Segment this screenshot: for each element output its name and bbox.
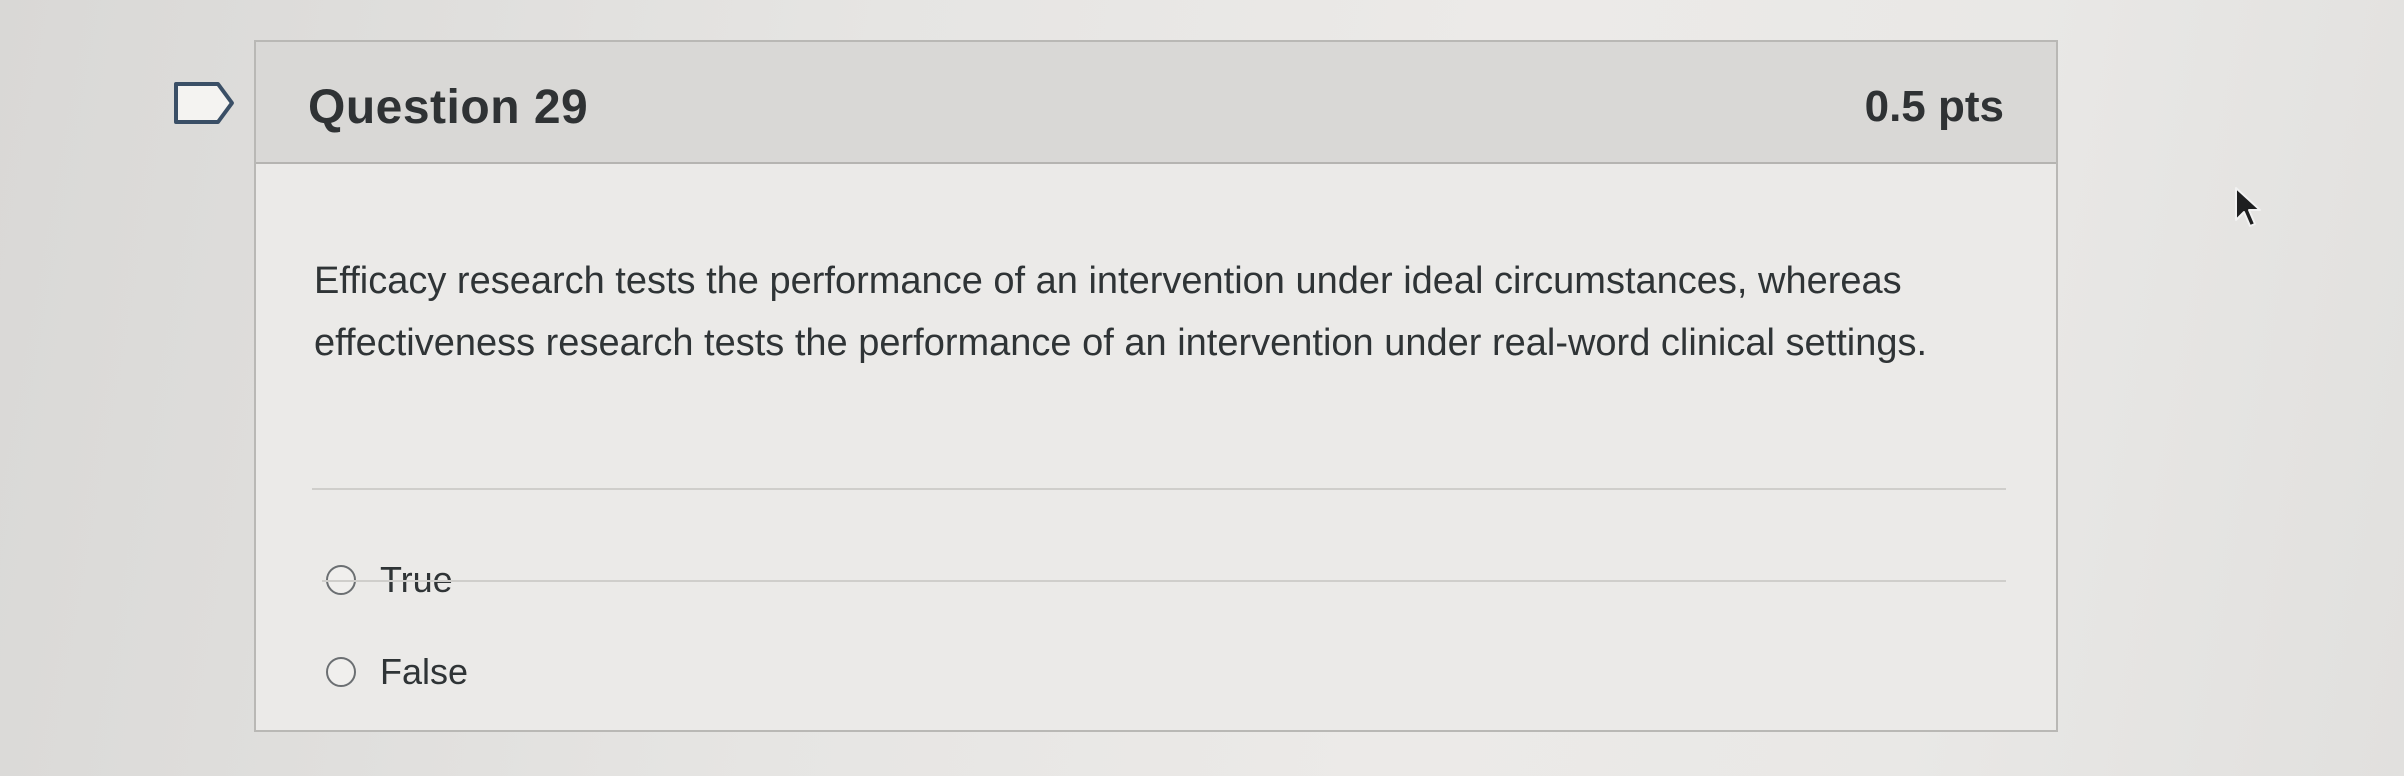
radio-button-false[interactable] (326, 657, 356, 687)
answer-option-false[interactable]: False (326, 642, 468, 702)
question-header: Question 29 0.5 pts (256, 42, 2056, 164)
question-title: Question 29 (308, 81, 589, 134)
answers-divider (312, 488, 2006, 490)
mouse-cursor-icon (2232, 186, 2266, 230)
question-card: Question 29 0.5 pts Efficacy research te… (254, 40, 2058, 732)
flag-question-icon[interactable] (172, 80, 236, 126)
answer-label-false[interactable]: False (380, 651, 468, 693)
question-text: Efficacy research tests the performance … (314, 260, 1928, 364)
answer-divider (322, 580, 2006, 582)
question-points: 0.5 pts (1864, 82, 2004, 131)
